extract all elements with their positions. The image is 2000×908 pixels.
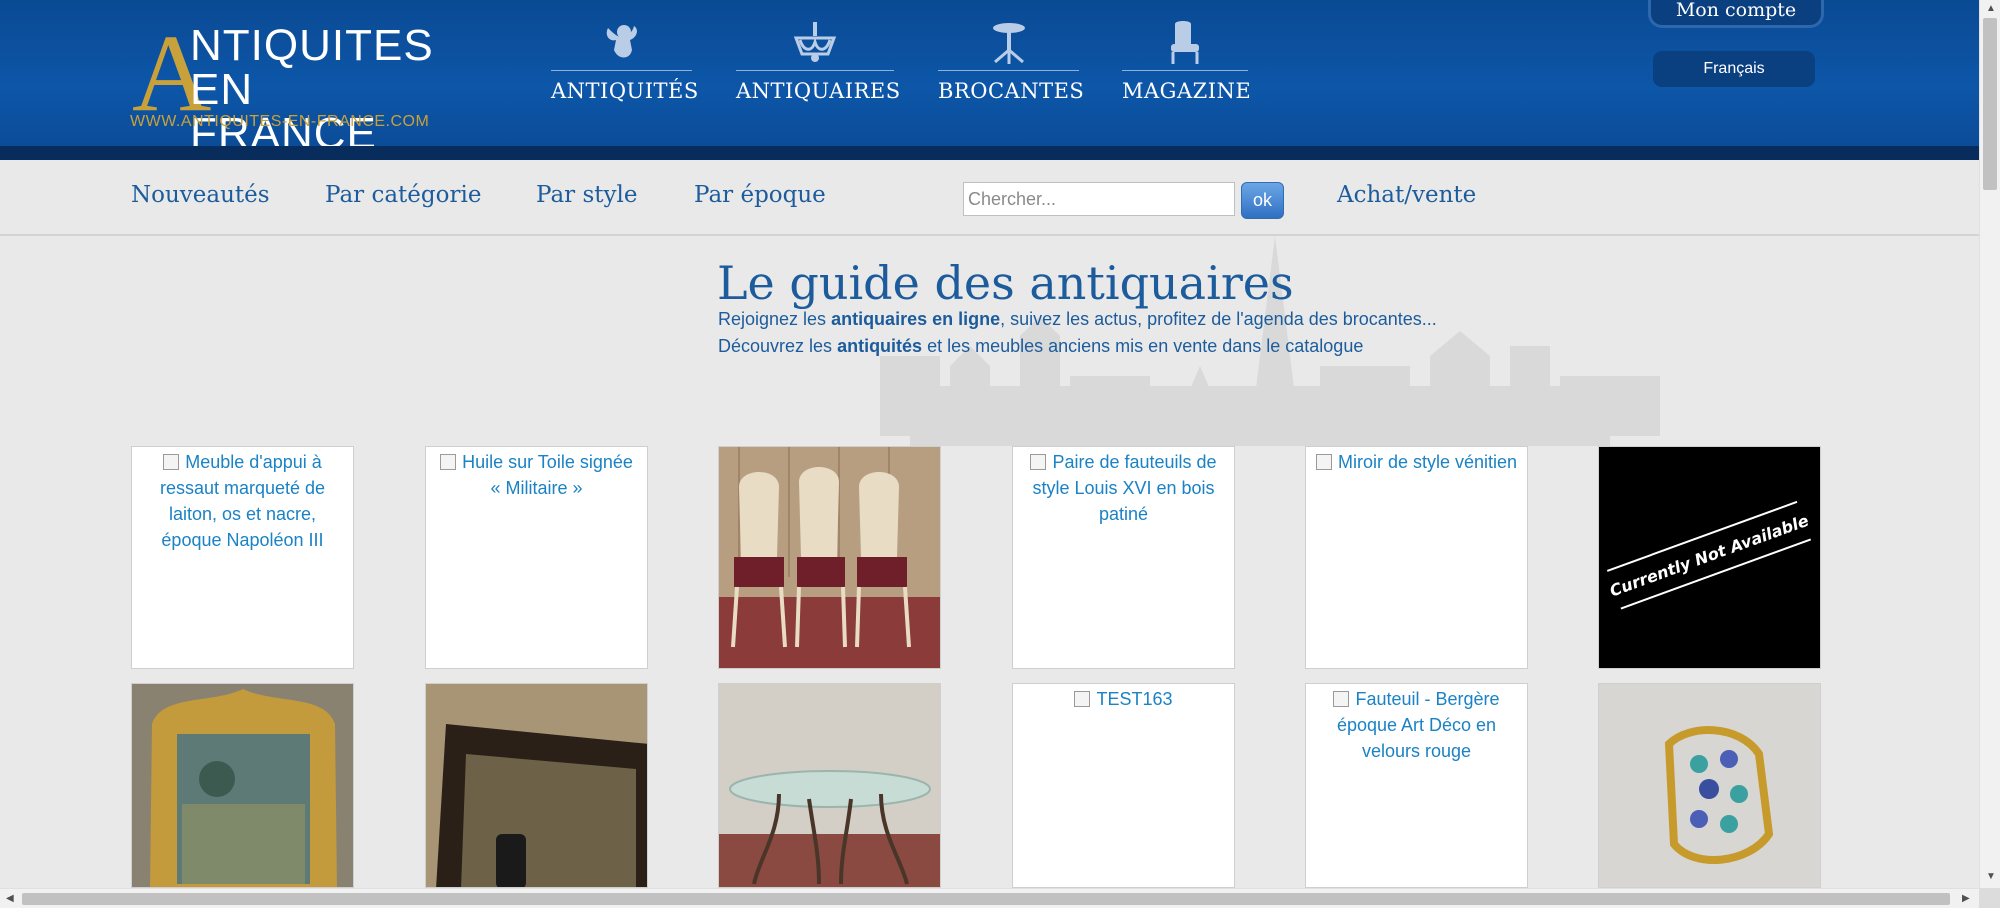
hero-line-2-pre: Découvrez les <box>718 336 838 356</box>
product-tile[interactable] <box>425 683 648 888</box>
hero-line-1-pre: Rejoignez les <box>718 309 832 329</box>
product-alt-label: Meuble d'appui à ressaut marqueté de lai… <box>159 452 326 550</box>
subnav-nouveautes[interactable]: Nouveautés <box>131 182 270 208</box>
logo-line1: NTIQUITES <box>190 21 434 70</box>
nav-brocantes-label: BROCANTES <box>938 79 1085 103</box>
hero-line-2: Découvrez les antiquités et les meubles … <box>718 336 1363 357</box>
hero-line-1-post: , suivez les actus, profitez de l'agenda… <box>1000 309 1437 329</box>
broken-image-icon <box>1074 691 1091 707</box>
product-alt-label: Fauteuil - Bergère époque Art Déco en ve… <box>1336 689 1500 761</box>
search-ok-button[interactable]: ok <box>1241 182 1284 219</box>
nav-brocantes[interactable]: BROCANTES <box>938 20 1085 110</box>
nav-antiquites[interactable]: ANTIQUITÉS <box>551 20 699 110</box>
hero-line-2-post: et les meubles anciens mis en vente dans… <box>922 336 1364 356</box>
nav-magazine-label: MAGAZINE <box>1122 79 1252 103</box>
search-input[interactable] <box>963 182 1235 216</box>
product-alt-text: Paire de fauteuils de style Louis XVI en… <box>1013 447 1234 529</box>
dark-mirror-photo <box>426 684 647 887</box>
nav-magazine-rule <box>1122 70 1248 71</box>
nav-magazine[interactable]: MAGAZINE <box>1122 20 1252 110</box>
language-selector[interactable]: Français <box>1653 51 1815 87</box>
broken-image-icon <box>440 454 457 470</box>
chairs-photo <box>719 447 940 668</box>
gilded-mirror-photo <box>132 684 353 887</box>
broken-image-icon <box>1315 454 1332 470</box>
product-alt-label: Miroir de style vénitien <box>1337 452 1518 472</box>
product-alt-text: Miroir de style vénitien <box>1306 447 1527 477</box>
product-alt-text: Meuble d'appui à ressaut marqueté de lai… <box>132 447 353 555</box>
product-tile[interactable]: Fauteuil - Bergère époque Art Déco en ve… <box>1305 683 1528 888</box>
account-tab[interactable]: Mon compte <box>1648 0 1824 28</box>
subnav-par-categorie[interactable]: Par catégorie <box>325 182 481 208</box>
armchair-icon <box>1171 21 1199 64</box>
product-tile[interactable]: Huile sur Toile signée « Militaire » <box>425 446 648 669</box>
not-available-placeholder: Currently Not Available <box>1599 447 1820 668</box>
subnav-par-style[interactable]: Par style <box>536 182 637 208</box>
nav-antiquaires-label: ANTIQUAIRES <box>736 79 901 103</box>
product-tile[interactable] <box>1598 683 1821 888</box>
hero-link-antiquites[interactable]: antiquités <box>837 336 922 356</box>
product-tile[interactable]: Miroir de style vénitien <box>1305 446 1528 669</box>
scroll-right-arrow-icon[interactable]: ▶ <box>1962 894 1970 904</box>
scroll-down-arrow-icon[interactable]: ▼ <box>1986 872 1996 882</box>
hero-title: Le guide des antiquaires <box>717 256 1294 310</box>
chandelier-icon <box>793 22 837 62</box>
horizontal-scroll-thumb[interactable] <box>22 893 1950 905</box>
broken-image-icon <box>1333 691 1350 707</box>
product-tile[interactable]: Paire de fauteuils de style Louis XVI en… <box>1012 446 1235 669</box>
hero-link-antiquaires[interactable]: antiquaires en ligne <box>831 309 1000 329</box>
product-tile[interactable]: Currently Not Available <box>1598 446 1821 669</box>
scroll-left-arrow-icon[interactable]: ◀ <box>6 894 14 904</box>
site-logo[interactable]: A NTIQUITES EN FRANCE WWW.ANTIQUITES-EN-… <box>130 18 440 156</box>
nav-antiquites-label: ANTIQUITÉS <box>551 79 699 103</box>
broken-image-icon <box>1030 454 1047 470</box>
glass-table-photo <box>719 684 940 887</box>
product-alt-text: TEST163 <box>1013 684 1234 714</box>
horizontal-scrollbar[interactable]: ◀ ▶ <box>0 888 1979 908</box>
product-alt-label: Paire de fauteuils de style Louis XVI en… <box>1032 452 1217 524</box>
gem-ring-photo <box>1599 684 1820 887</box>
scrollbar-corner <box>1979 888 2000 908</box>
product-tile[interactable] <box>718 683 941 888</box>
nav-brocantes-rule <box>938 70 1079 71</box>
nav-antiquaires-rule <box>736 70 894 71</box>
subnav-achat-vente[interactable]: Achat/vente <box>1337 182 1476 208</box>
product-alt-text: Fauteuil - Bergère époque Art Déco en ve… <box>1306 684 1527 766</box>
nav-antiquites-rule <box>551 70 692 71</box>
hero-line-1: Rejoignez les antiquaires en ligne, suiv… <box>718 309 1437 330</box>
scroll-up-arrow-icon[interactable]: ▲ <box>1986 4 1996 14</box>
product-alt-label: TEST163 <box>1096 689 1173 709</box>
product-alt-text: Huile sur Toile signée « Militaire » <box>426 447 647 503</box>
cherub-icon <box>606 25 637 58</box>
product-tile[interactable] <box>131 683 354 888</box>
product-alt-label: Huile sur Toile signée « Militaire » <box>462 452 633 498</box>
gueridon-table-icon <box>992 23 1025 64</box>
site-header: A NTIQUITES EN FRANCE WWW.ANTIQUITES-EN-… <box>0 0 1979 156</box>
logo-url: WWW.ANTIQUITES-EN-FRANCE.COM <box>130 113 430 130</box>
vertical-scroll-thumb[interactable] <box>1983 18 1997 190</box>
subnav-par-epoque[interactable]: Par époque <box>694 182 826 208</box>
product-tile[interactable]: TEST163 <box>1012 683 1235 888</box>
vertical-scrollbar[interactable]: ▲ ▼ <box>1979 0 2000 888</box>
nav-antiquaires[interactable]: ANTIQUAIRES <box>736 20 901 110</box>
logo-line2: EN FRANCE <box>190 65 377 158</box>
header-band <box>0 146 1979 160</box>
broken-image-icon <box>163 454 180 470</box>
product-tile[interactable]: Meuble d'appui à ressaut marqueté de lai… <box>131 446 354 669</box>
product-tile[interactable] <box>718 446 941 669</box>
